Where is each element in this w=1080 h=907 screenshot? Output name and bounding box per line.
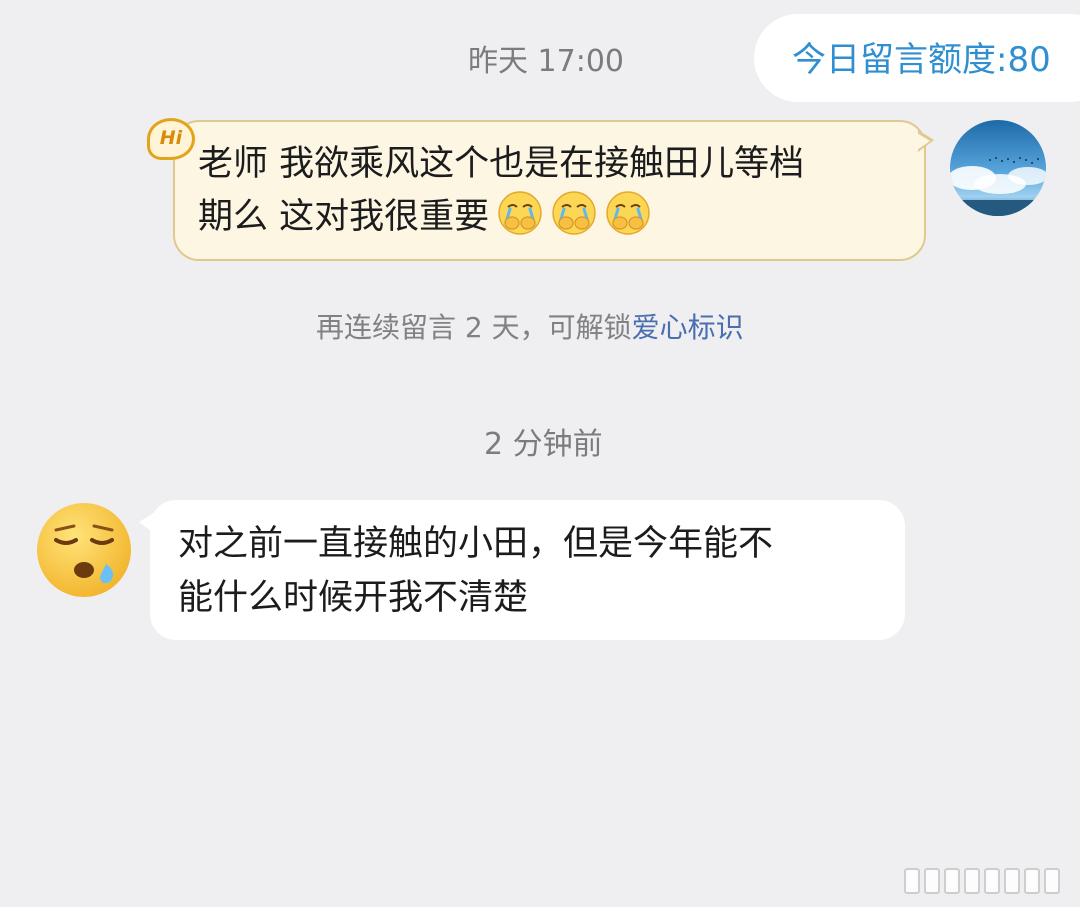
quota-label[interactable]: 今日留言额度:80 [792, 40, 1051, 80]
watermark-block [1044, 868, 1060, 894]
watermark-block [944, 868, 960, 894]
hi-badge-icon: Hi [147, 118, 195, 160]
watermark-block [924, 868, 940, 894]
crying-covering-mouth-emoji-icon [552, 191, 596, 235]
watermark-block [984, 868, 1000, 894]
streak-hint: 再连续留言 2 天，可解锁爱心标识 [316, 310, 744, 346]
watermark-block [904, 868, 920, 894]
timestamp-label: 昨天 17:00 [468, 44, 624, 79]
received-message-line-2: 能什么时候开我不清楚 [178, 578, 529, 618]
watermark [904, 868, 1060, 894]
heart-badge-link[interactable]: 爱心标识 [632, 311, 744, 344]
streak-hint-text: 再连续留言 2 天，可解锁 [316, 311, 632, 344]
user-avatar[interactable] [950, 120, 1046, 216]
sent-message-line-1: 老师 我欲乘风这个也是在接触田儿等档 [198, 144, 805, 184]
sent-message-line-2: 期么 这对我很重要 [198, 197, 490, 237]
sleepy-face-emoji-icon [37, 503, 131, 597]
received-message-line-1: 对之前一直接触的小田，但是今年能不 [178, 524, 774, 564]
crying-covering-mouth-emoji-icon [498, 191, 542, 235]
timestamp-label: 2 分钟前 [484, 427, 603, 462]
crying-covering-mouth-emoji-icon [606, 191, 650, 235]
sent-message-line-2-row: 期么 这对我很重要 [198, 190, 651, 243]
watermark-block [964, 868, 980, 894]
sky-clouds-avatar-icon [950, 120, 1046, 216]
watermark-block [1024, 868, 1040, 894]
sleepy-face-avatar[interactable] [34, 500, 134, 600]
bubble-tail-inner [917, 133, 930, 150]
watermark-block [1004, 868, 1020, 894]
